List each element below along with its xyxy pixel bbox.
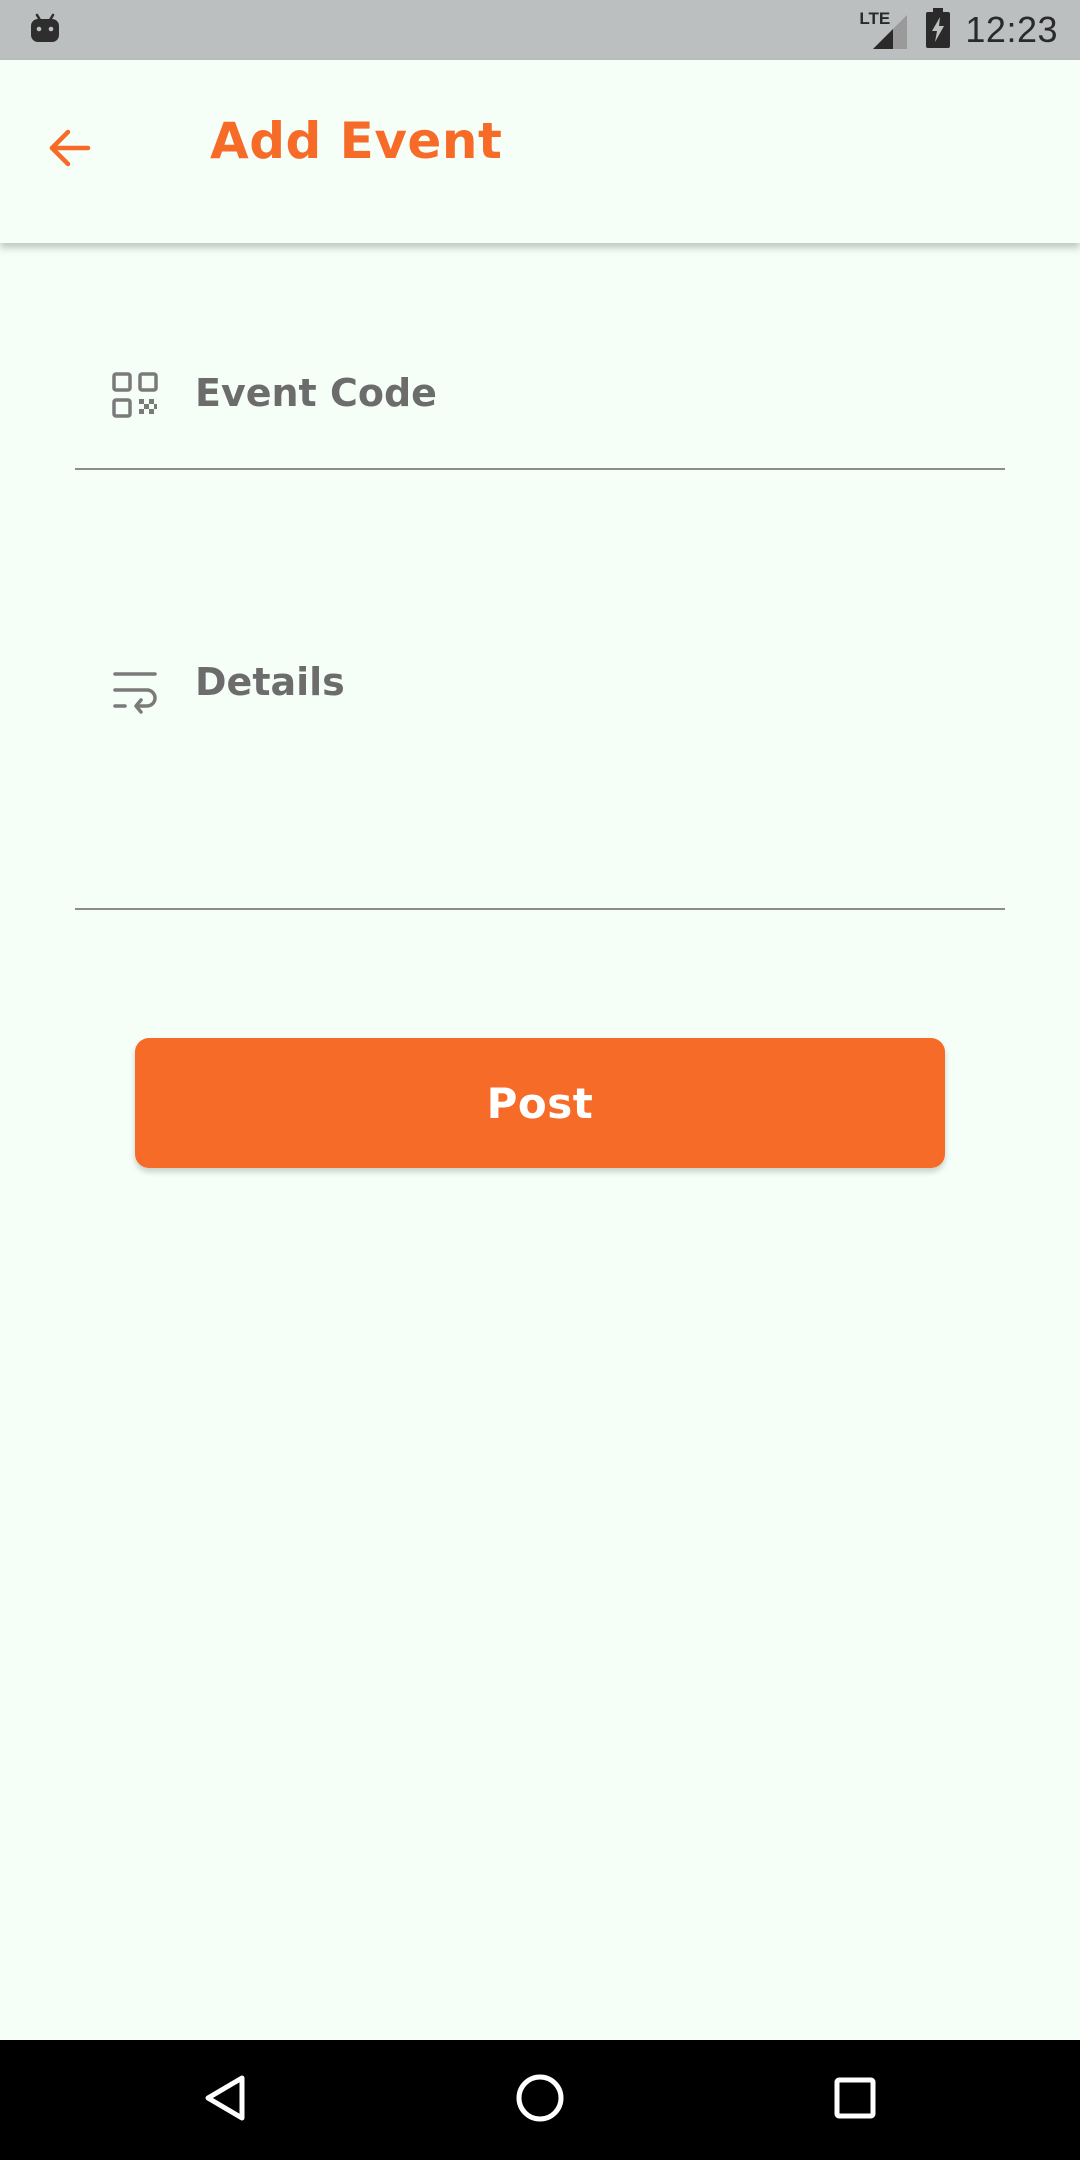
post-button[interactable]: Post	[135, 1038, 945, 1168]
nav-home-button[interactable]	[500, 2060, 580, 2140]
details-field[interactable]	[75, 625, 1005, 910]
status-bar: LTE 12:23	[0, 0, 1080, 60]
event-code-field[interactable]	[75, 330, 1005, 470]
event-code-input[interactable]	[195, 365, 985, 421]
status-time: 12:23	[965, 9, 1058, 50]
back-button[interactable]	[38, 118, 102, 182]
navigation-bar	[0, 2040, 1080, 2160]
wrap-text-icon	[110, 665, 160, 715]
post-button-label: Post	[486, 1078, 594, 1128]
app-bar: Add Event	[0, 60, 1080, 243]
status-left	[28, 11, 62, 49]
nav-back-button[interactable]	[186, 2060, 266, 2140]
nav-back-icon	[198, 2070, 254, 2130]
signal-icon: LTE	[859, 9, 911, 51]
page-title: Add Event	[210, 112, 503, 170]
nav-recents-button[interactable]	[815, 2060, 895, 2140]
status-right: LTE 12:23	[859, 7, 1058, 53]
arrow-back-icon	[46, 124, 94, 176]
qr-code-icon	[110, 370, 160, 420]
nav-recents-icon	[827, 2070, 883, 2130]
details-input[interactable]	[195, 660, 985, 716]
battery-charging-icon	[925, 7, 951, 53]
nav-home-icon	[512, 2070, 568, 2130]
android-debug-icon	[28, 11, 62, 49]
